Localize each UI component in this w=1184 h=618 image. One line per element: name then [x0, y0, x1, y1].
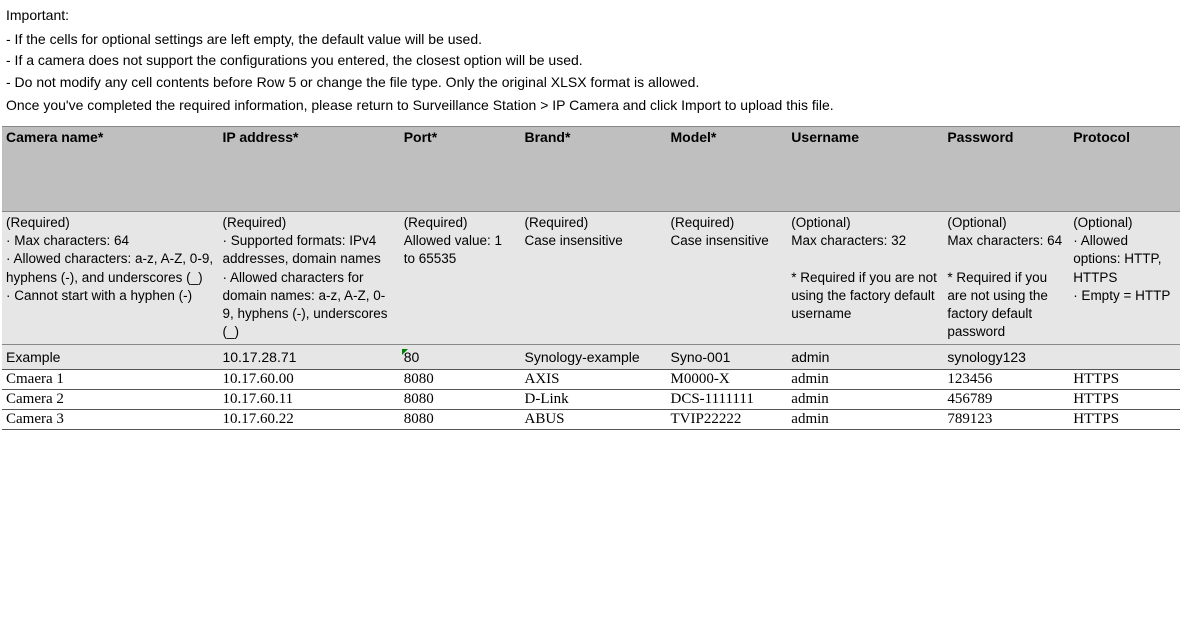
cell-password[interactable]: 456789 [943, 389, 1069, 409]
cell-camera-name[interactable]: Camera 3 [2, 409, 218, 429]
table-row: Camera 3 10.17.60.22 8080 ABUS TVIP22222… [2, 409, 1180, 429]
cell-username[interactable]: admin [787, 409, 943, 429]
cell-camera-name[interactable]: Cmaera 1 [2, 369, 218, 389]
cell-port[interactable]: 8080 [400, 409, 521, 429]
cell-model[interactable]: TVIP22222 [666, 409, 787, 429]
desc-camera-name: (Required) · Max characters: 64 · Allowe… [2, 211, 218, 344]
cell-protocol[interactable]: HTTPS [1069, 389, 1180, 409]
intro-bullets: - If the cells for optional settings are… [6, 30, 1182, 93]
col-header-username: Username [787, 126, 943, 211]
table-row: Cmaera 1 10.17.60.00 8080 AXIS M0000-X a… [2, 369, 1180, 389]
cell-password[interactable]: 789123 [943, 409, 1069, 429]
intro-bullet-1: - If the cells for optional settings are… [6, 30, 1182, 50]
intro-bullet-3: - Do not modify any cell contents before… [6, 73, 1182, 93]
example-username: admin [787, 344, 943, 369]
cell-brand[interactable]: ABUS [521, 409, 667, 429]
cell-username[interactable]: admin [787, 389, 943, 409]
example-password: synology123 [943, 344, 1069, 369]
cell-ip[interactable]: 10.17.60.22 [218, 409, 399, 429]
cell-password[interactable]: 123456 [943, 369, 1069, 389]
desc-port: (Required) Allowed value: 1 to 65535 [400, 211, 521, 344]
col-header-camera-name: Camera name* [2, 126, 218, 211]
example-protocol [1069, 344, 1180, 369]
example-port: 80 [400, 344, 521, 369]
desc-username: (Optional) Max characters: 32 * Required… [787, 211, 943, 344]
cell-brand[interactable]: D-Link [521, 389, 667, 409]
cell-port[interactable]: 8080 [400, 389, 521, 409]
desc-ip: (Required) · Supported formats: IPv4 add… [218, 211, 399, 344]
cell-camera-name[interactable]: Camera 2 [2, 389, 218, 409]
desc-model: (Required) Case insensitive [666, 211, 787, 344]
cell-port[interactable]: 8080 [400, 369, 521, 389]
cell-protocol[interactable]: HTTPS [1069, 369, 1180, 389]
cell-model[interactable]: DCS-1111111 [666, 389, 787, 409]
example-ip: 10.17.28.71 [218, 344, 399, 369]
cell-ip[interactable]: 10.17.60.11 [218, 389, 399, 409]
cell-ip[interactable]: 10.17.60.00 [218, 369, 399, 389]
intro-bullet-2: - If a camera does not support the confi… [6, 51, 1182, 71]
col-header-ip: IP address* [218, 126, 399, 211]
intro-block: Important: - If the cells for optional s… [2, 2, 1184, 126]
cell-username[interactable]: admin [787, 369, 943, 389]
col-header-password: Password [943, 126, 1069, 211]
table-row: Camera 2 10.17.60.11 8080 D-Link DCS-111… [2, 389, 1180, 409]
intro-heading: Important: [6, 6, 1182, 26]
table-description-row: (Required) · Max characters: 64 · Allowe… [2, 211, 1180, 344]
camera-table: Camera name* IP address* Port* Brand* Mo… [2, 126, 1180, 430]
col-header-brand: Brand* [521, 126, 667, 211]
example-brand: Synology-example [521, 344, 667, 369]
cell-model[interactable]: M0000-X [666, 369, 787, 389]
col-header-protocol: Protocol [1069, 126, 1180, 211]
desc-brand: (Required) Case insensitive [521, 211, 667, 344]
col-header-model: Model* [666, 126, 787, 211]
desc-protocol: (Optional) · Allowed options: HTTP, HTTP… [1069, 211, 1180, 344]
table-header-row: Camera name* IP address* Port* Brand* Mo… [2, 126, 1180, 211]
cell-brand[interactable]: AXIS [521, 369, 667, 389]
intro-footer: Once you've completed the required infor… [6, 96, 1182, 116]
cell-protocol[interactable]: HTTPS [1069, 409, 1180, 429]
col-header-port: Port* [400, 126, 521, 211]
example-model: Syno-001 [666, 344, 787, 369]
table-example-row: Example 10.17.28.71 80 Synology-example … [2, 344, 1180, 369]
desc-password: (Optional) Max characters: 64 * Required… [943, 211, 1069, 344]
example-camera-name: Example [2, 344, 218, 369]
